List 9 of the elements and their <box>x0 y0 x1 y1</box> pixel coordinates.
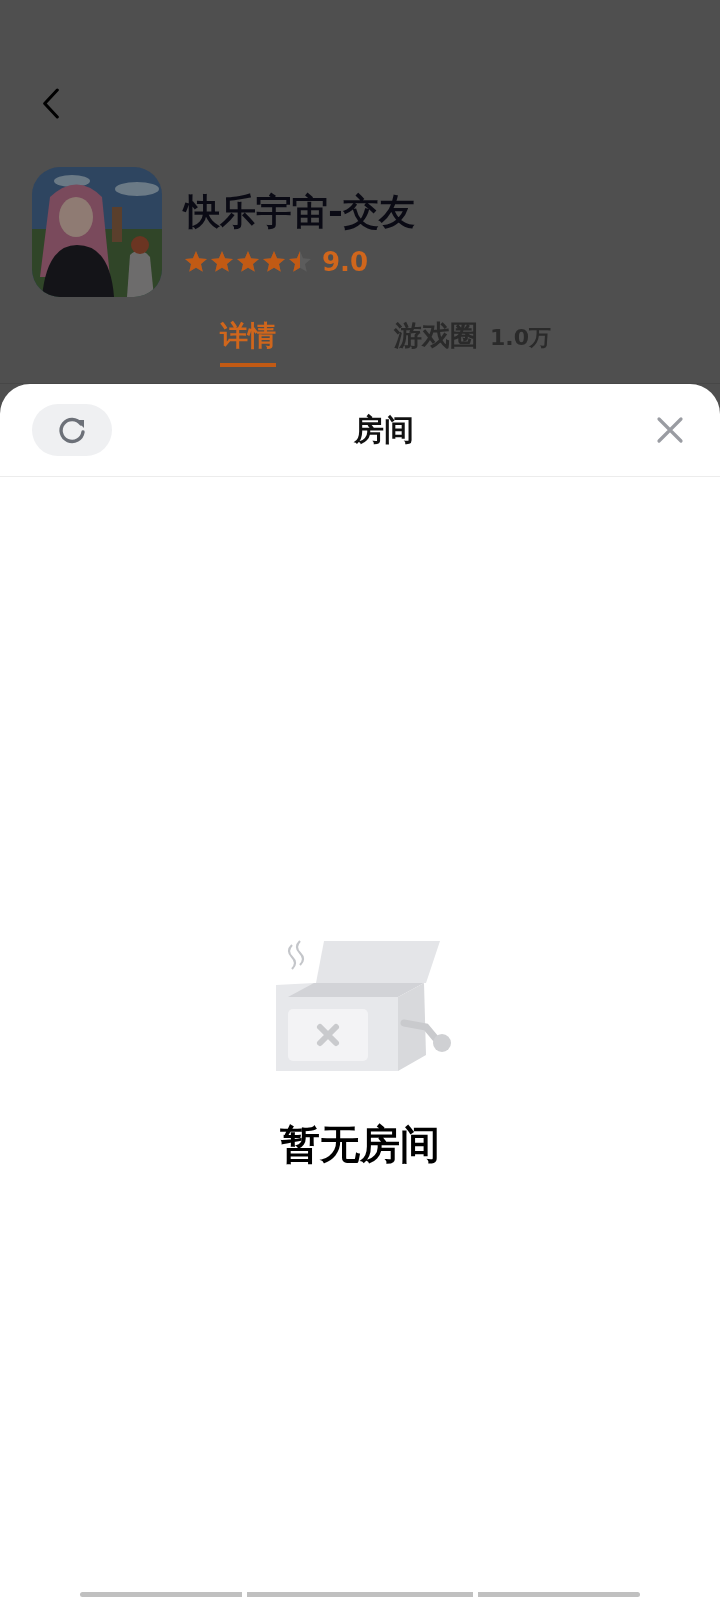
refresh-button[interactable] <box>32 404 112 456</box>
refresh-icon <box>57 415 87 445</box>
tab[interactable]: 详情 <box>220 317 276 383</box>
app-title: 快乐宇宙-交友 <box>184 189 415 234</box>
sheet-title: 房间 <box>354 410 414 449</box>
rating-score: 9.0 <box>322 246 369 277</box>
back-icon[interactable] <box>42 88 60 119</box>
close-icon[interactable] <box>656 416 684 444</box>
empty-message: 暂无房间 <box>280 1120 440 1169</box>
